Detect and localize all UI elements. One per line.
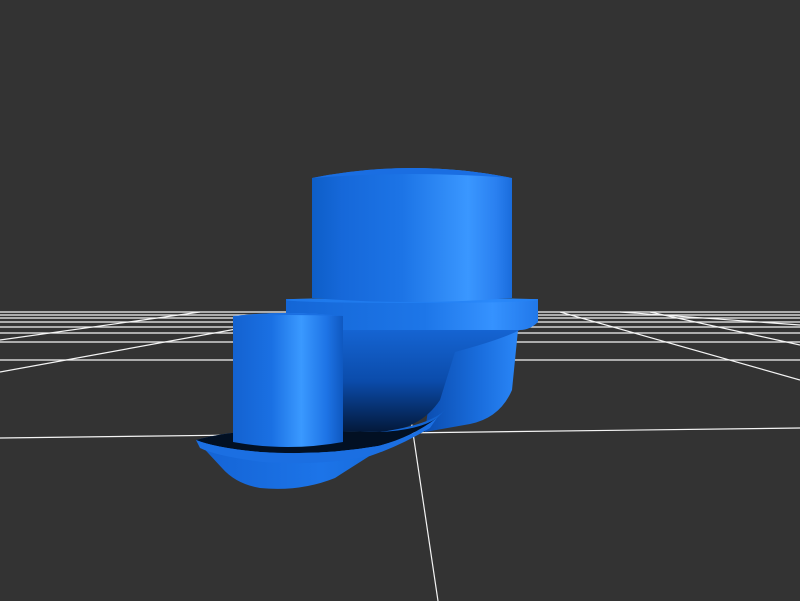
scene-canvas[interactable] — [0, 0, 800, 601]
model-part[interactable] — [196, 168, 538, 489]
main-cylinder — [312, 168, 512, 302]
3d-viewport[interactable] — [0, 0, 800, 601]
side-post — [233, 313, 343, 447]
